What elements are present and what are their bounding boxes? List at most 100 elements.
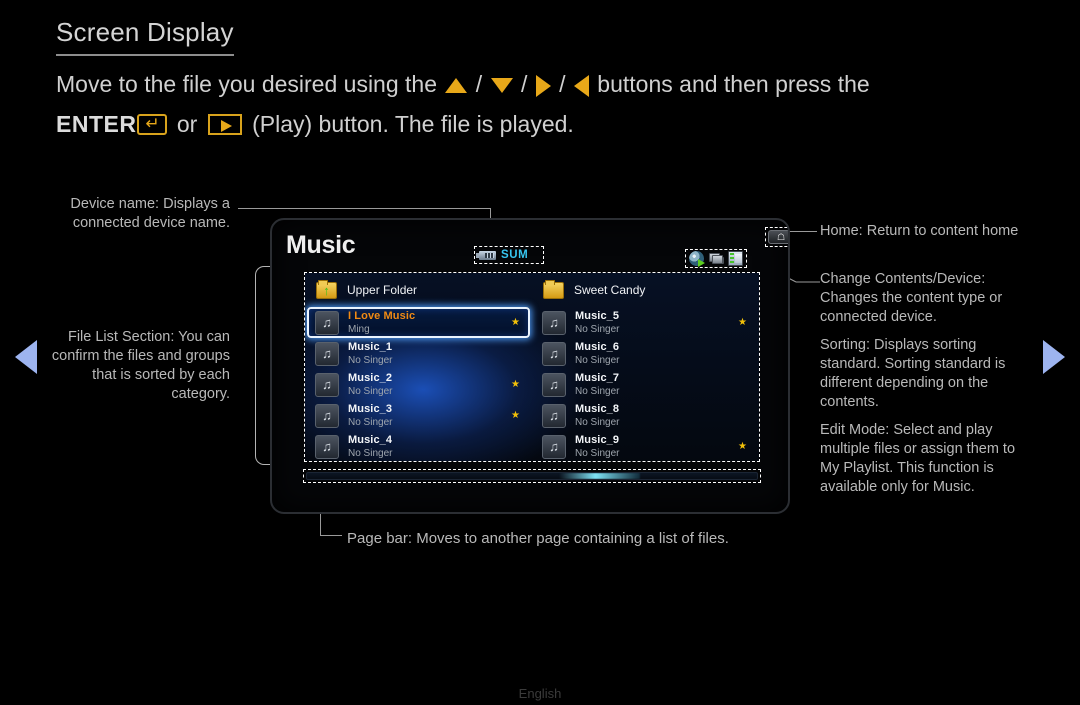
file-title: I Love Music [348, 309, 416, 322]
file-artist: No Singer [575, 354, 620, 366]
home-button[interactable]: ☖ [768, 230, 788, 244]
device-badge-label: SUM [501, 249, 529, 261]
file-artist: No Singer [575, 385, 620, 397]
intro-sep-2: / [514, 71, 534, 97]
arrow-left-icon [573, 74, 589, 97]
file-title: Music_3 [348, 402, 393, 415]
music-note-icon: ♫ [315, 310, 339, 335]
change-contents-device-icon[interactable] [689, 251, 705, 267]
play-key-icon [207, 113, 242, 135]
music-note-icon: ♫ [542, 403, 566, 428]
favorite-star-icon: ★ [511, 316, 520, 328]
favorite-star-icon: ★ [738, 316, 747, 328]
folder-row[interactable]: Sweet Candy [536, 277, 755, 303]
file-artist: No Singer [575, 323, 620, 335]
intro-text-3: (Play) button. The file is played. [245, 111, 574, 137]
file-title: Music_6 [575, 340, 620, 353]
file-list-row[interactable]: ♫ Music_3 No Singer ★ [309, 400, 528, 431]
file-list-row[interactable]: ♫Music_1No Singer★ [309, 338, 528, 369]
file-meta: I Love Music Ming [348, 310, 511, 336]
file-list-row[interactable]: ♫Music_6No Singer★ [536, 338, 755, 369]
annotation-page-bar: Page bar: Moves to another page containi… [347, 530, 729, 547]
file-meta: Music_6 No Singer [575, 341, 738, 367]
file-artist: No Singer [348, 354, 393, 366]
intro-instructions: Move to the file you desired using the /… [56, 64, 1036, 144]
file-artist: No Singer [575, 416, 620, 428]
file-title: Music_8 [575, 402, 620, 415]
file-artist: No Singer [575, 447, 620, 459]
file-title: Music_2 [348, 371, 393, 384]
folder-label: Sweet Candy [574, 283, 646, 297]
file-list-row[interactable]: ♫Music_7No Singer★ [536, 369, 755, 400]
music-note-icon: ♫ [542, 372, 566, 397]
annotation-device-name: Device name: Displays a connected device… [70, 196, 230, 231]
intro-text-2: buttons and then press the [590, 71, 870, 97]
usb-drive-icon [476, 250, 496, 260]
annotation-edit-mode: Edit Mode: Select and play multiple file… [820, 422, 1016, 495]
file-artist: Ming [348, 323, 370, 335]
manual-page: Screen Display Move to the file you desi… [0, 0, 1080, 705]
sorting-icon[interactable] [708, 251, 724, 266]
next-page-arrow[interactable] [1043, 340, 1065, 374]
page-bar[interactable] [306, 472, 758, 480]
annotation-home: Home: Return to content home [820, 223, 1019, 239]
home-icon: ☖ [776, 231, 786, 242]
file-list-row[interactable]: ♫ Music_5 No Singer ★ [536, 307, 755, 338]
leader-line-device [238, 208, 490, 209]
page-bar-indicator [559, 473, 640, 479]
music-note-icon: ♫ [315, 403, 339, 428]
enter-key-label: ENTER [56, 111, 137, 137]
music-note-icon: ♫ [315, 434, 339, 459]
arrow-up-icon [445, 78, 468, 94]
leader-line-pagebar-horizontal [320, 535, 342, 536]
intro-sep-1: / [469, 71, 489, 97]
annotation-file-list: File List Section: You can confirm the f… [51, 329, 230, 402]
device-badge: SUM [474, 246, 544, 264]
file-title: Music_4 [348, 433, 393, 446]
file-list-section: Upper Folder♫I Love MusicMing★♫Music_1No… [305, 273, 759, 461]
file-meta: Music_5 No Singer [575, 310, 738, 336]
folder-label: Upper Folder [347, 283, 418, 297]
arrow-down-icon [490, 78, 513, 94]
intro-sep-3: / [552, 71, 572, 97]
intro-or: or [170, 111, 204, 137]
tv-screen-content: Music SUM ☖ Upper Folder♫I Love [272, 220, 788, 512]
favorite-star-icon: ★ [511, 409, 520, 421]
annotation-change-contents: Change Contents/Device: Changes the cont… [820, 271, 1003, 325]
file-artist: No Singer [348, 385, 393, 397]
file-list-row[interactable]: ♫ Music_2 No Singer ★ [309, 369, 528, 400]
arrow-right-icon [535, 74, 551, 97]
file-list-row[interactable]: ♫ Music_9 No Singer ★ [536, 431, 755, 461]
music-note-icon: ♫ [315, 341, 339, 366]
enter-key-icon [137, 111, 168, 137]
leader-bracket-file-list [255, 266, 271, 465]
folder-up-icon [316, 279, 337, 299]
file-meta: Music_8 No Singer [575, 403, 738, 429]
screen-title: Music [286, 231, 356, 259]
toolbar-icons [687, 250, 745, 267]
file-list-row[interactable]: ♫ I Love Music Ming ★ [307, 307, 530, 338]
prev-page-arrow[interactable] [15, 340, 37, 374]
footer-language: English [518, 686, 562, 701]
edit-mode-icon[interactable] [728, 251, 743, 266]
music-note-icon: ♫ [542, 434, 566, 459]
file-title: Music_7 [575, 371, 620, 384]
file-title: Music_5 [575, 309, 620, 322]
file-list-row[interactable]: ♫Music_4No Singer★ [309, 431, 528, 461]
favorite-star-icon: ★ [511, 378, 520, 390]
file-title: Music_1 [348, 340, 393, 353]
file-meta: Music_7 No Singer [575, 372, 738, 398]
annotation-sorting: Sorting: Displays sorting standard. Sort… [820, 337, 1006, 410]
file-list-column-right: Sweet Candy ♫ Music_5 No Singer ★ ♫ Music_6 No … [532, 273, 759, 461]
music-note-icon: ♫ [542, 341, 566, 366]
file-artist: No Singer [348, 416, 393, 428]
file-artist: No Singer [348, 447, 393, 459]
leader-line-home [789, 231, 817, 232]
file-meta: Music_1 No Singer [348, 341, 511, 367]
file-list-row[interactable]: ♫Music_8No Singer★ [536, 400, 755, 431]
file-meta: Music_9 No Singer [575, 434, 738, 460]
file-title: Music_9 [575, 433, 620, 446]
folder-row[interactable]: Upper Folder [309, 277, 528, 303]
tv-screen-mockup: Music SUM ☖ Upper Folder♫I Love [270, 218, 790, 514]
file-meta: Music_2 No Singer [348, 372, 511, 398]
